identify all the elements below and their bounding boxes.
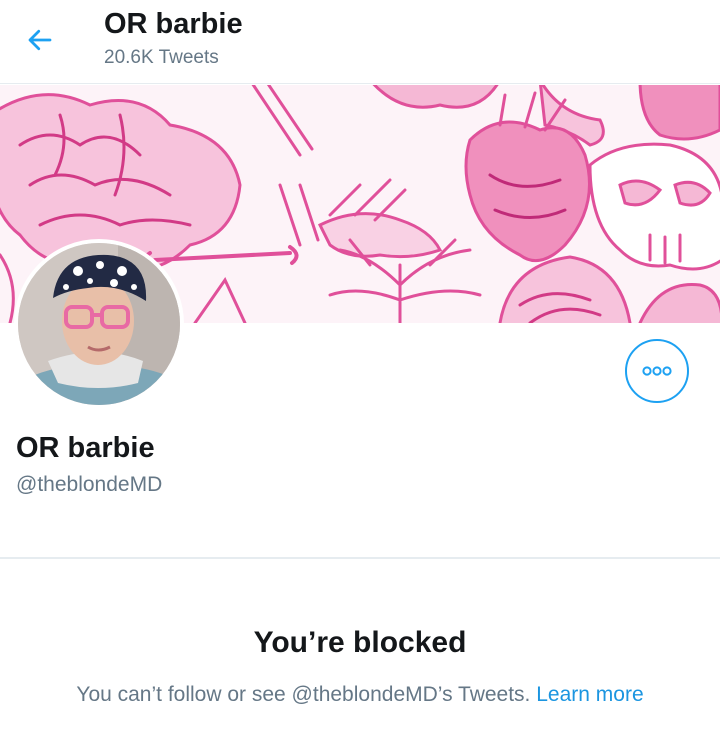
section-divider	[0, 557, 720, 559]
blocked-message-line: You can’t follow or see @theblondeMD’s T…	[0, 680, 720, 710]
top-bar: OR barbie 20.6K Tweets	[0, 0, 720, 84]
profile-display-name: OR barbie	[16, 432, 155, 464]
blocked-message: You can’t follow or see @theblondeMD’s T…	[76, 683, 531, 706]
learn-more-link[interactable]: Learn more	[536, 683, 643, 706]
avatar-photo	[18, 243, 180, 405]
tweet-count: 20.6K Tweets	[104, 47, 219, 68]
back-button[interactable]	[18, 20, 62, 60]
blocked-title: You’re blocked	[253, 626, 467, 659]
page-title: OR barbie	[104, 8, 243, 40]
profile-avatar[interactable]	[14, 239, 184, 409]
more-horizontal-icon	[642, 366, 672, 376]
arrow-left-icon	[28, 29, 52, 51]
header-title-block: OR barbie 20.6K Tweets	[104, 6, 243, 72]
more-options-button[interactable]	[625, 339, 689, 403]
profile-handle: @theblondeMD	[16, 473, 163, 496]
